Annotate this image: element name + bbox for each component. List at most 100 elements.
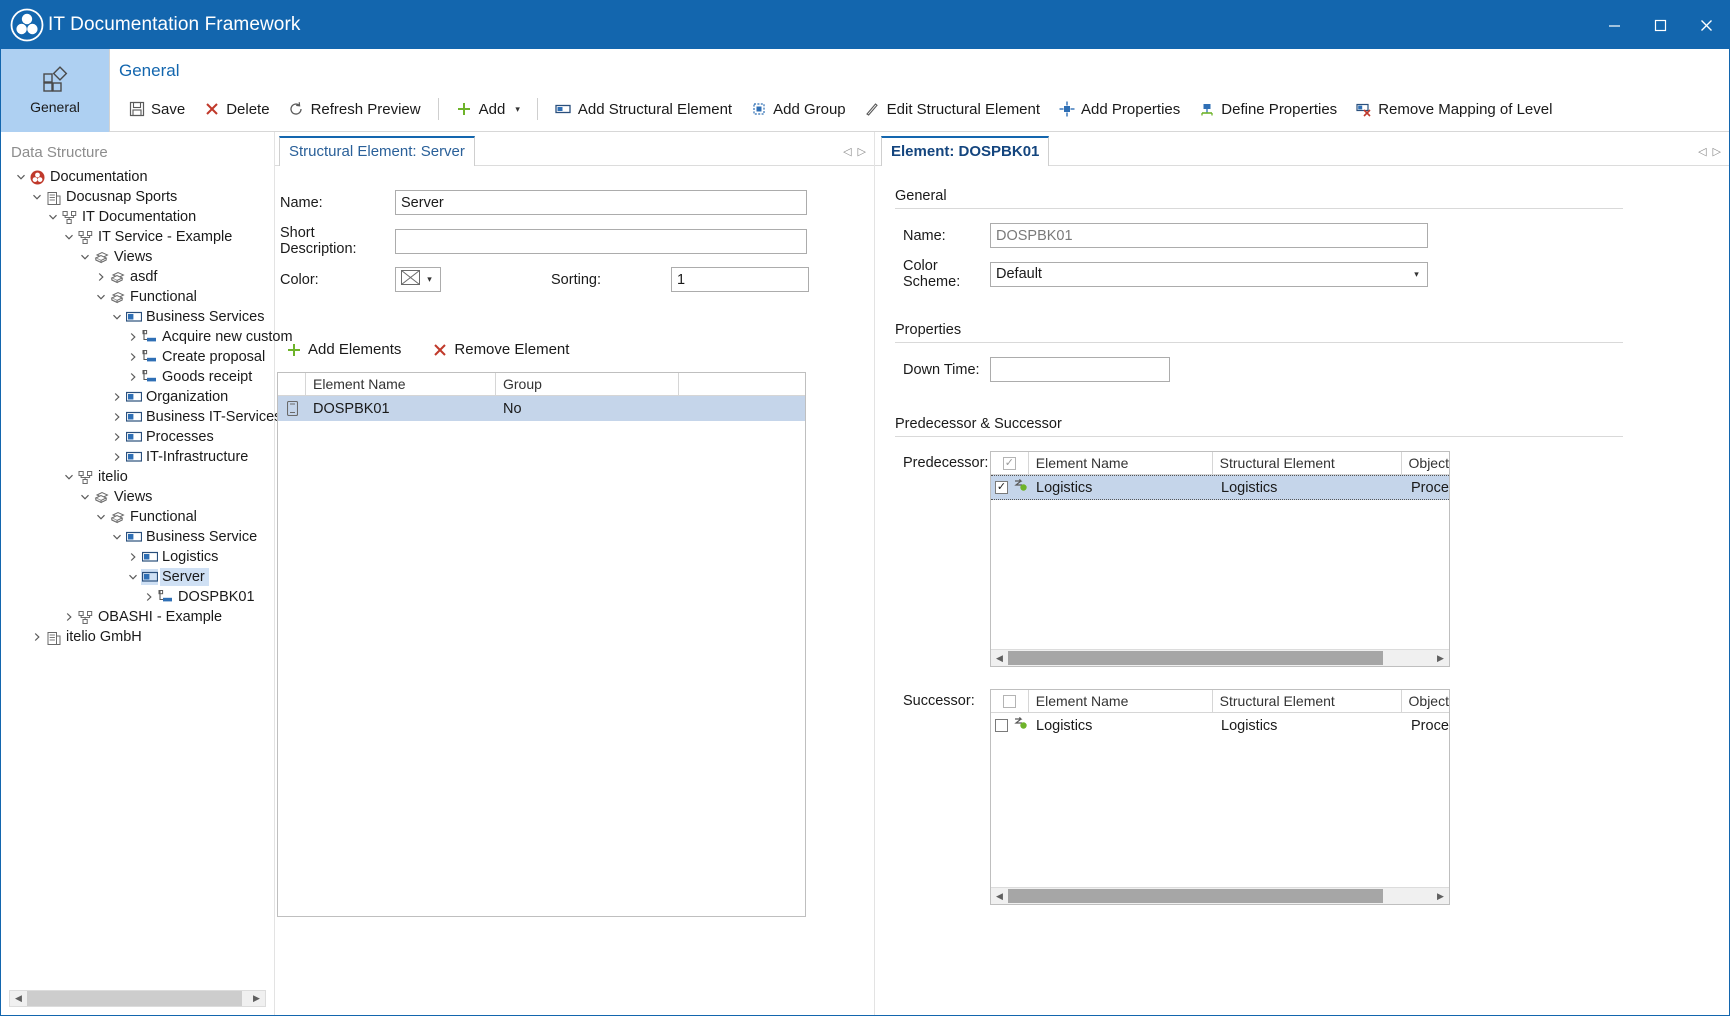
tree-item-business-service[interactable]: Business Service xyxy=(5,527,274,547)
down-time-input[interactable] xyxy=(990,357,1170,382)
tree-item-logistics[interactable]: Logistics xyxy=(5,547,274,567)
refresh-preview-button[interactable]: Refresh Preview xyxy=(279,97,430,122)
chevron-down-icon[interactable] xyxy=(109,309,125,325)
successor-horizontal-scrollbar[interactable]: ◀ ▶ xyxy=(991,887,1449,904)
tree-item-views[interactable]: Views xyxy=(5,247,274,267)
tree-item-business-services[interactable]: Business Services xyxy=(5,307,274,327)
tree-item-goods-receipt[interactable]: Goods receipt xyxy=(5,367,274,387)
tree-item-obashi-example[interactable]: OBASHI - Example xyxy=(5,607,274,627)
successor-grid[interactable]: Element Name Structural Element Object L… xyxy=(990,689,1450,905)
tree-horizontal-scrollbar[interactable]: ◀ ▶ xyxy=(9,990,266,1007)
chevron-down-icon[interactable] xyxy=(125,569,141,585)
chevron-right-icon[interactable] xyxy=(93,269,109,285)
tree-item-asdf[interactable]: asdf xyxy=(5,267,274,287)
tree-item-business-it-services[interactable]: Business IT-Services xyxy=(5,407,281,427)
predecessor-row-checkbox[interactable]: ✓ xyxy=(991,476,1029,499)
scroll-right-arrow[interactable]: ▶ xyxy=(1432,651,1449,666)
table-row[interactable]: ✓ Logistics Logistics Proce xyxy=(991,475,1449,500)
scroll-thumb[interactable] xyxy=(27,991,242,1006)
add-group-button[interactable]: Add Group xyxy=(741,97,855,122)
predecessor-grid[interactable]: ✓ Element Name Structural Element Object… xyxy=(990,451,1450,667)
tree-item-views[interactable]: Views xyxy=(5,487,274,507)
add-properties-button[interactable]: Add Properties xyxy=(1049,97,1189,122)
tab-element-detail[interactable]: Element: DOSPBK01 xyxy=(881,136,1050,166)
color-scheme-combo[interactable]: Default ▾ xyxy=(990,261,1428,287)
tab-nav-next-icon[interactable]: ▷ xyxy=(1713,145,1721,158)
element-name-input[interactable] xyxy=(990,223,1428,248)
tab-nav-prev-icon[interactable]: ◁ xyxy=(1698,145,1706,158)
data-structure-tree[interactable]: Documentation Docusnap Sports IT Documenta… xyxy=(1,167,293,647)
tab-nav-prev-icon[interactable]: ◁ xyxy=(843,145,851,158)
chevron-right-icon[interactable] xyxy=(125,549,141,565)
scroll-thumb[interactable] xyxy=(1008,651,1383,665)
chevron-right-icon[interactable] xyxy=(109,449,125,465)
tree-item-it-documentation[interactable]: IT Documentation xyxy=(5,207,274,227)
tree-item-processes[interactable]: Processes xyxy=(5,427,274,447)
tree-item-create-proposal[interactable]: Create proposal xyxy=(5,347,274,367)
chevron-right-icon[interactable] xyxy=(29,629,45,645)
maximize-button[interactable] xyxy=(1637,1,1683,49)
chevron-down-icon[interactable] xyxy=(93,289,109,305)
scroll-thumb[interactable] xyxy=(1008,889,1383,903)
scroll-right-arrow[interactable]: ▶ xyxy=(248,991,265,1006)
successor-row-checkbox[interactable] xyxy=(991,713,1029,738)
chevron-right-icon[interactable] xyxy=(125,349,141,365)
nav-tab-general[interactable]: General xyxy=(1,49,110,132)
chevron-down-icon[interactable]: ▾ xyxy=(1409,269,1424,280)
chevron-down-icon[interactable] xyxy=(13,169,29,185)
name-input[interactable] xyxy=(395,190,807,215)
add-elements-button[interactable]: Add Elements xyxy=(283,337,410,362)
scroll-right-arrow[interactable]: ▶ xyxy=(1432,889,1449,904)
chevron-down-icon[interactable] xyxy=(45,209,61,225)
color-dropdown-icon[interactable]: ▾ xyxy=(422,274,437,285)
tree-item-acquire-new-custom[interactable]: Acquire new custom xyxy=(5,327,293,347)
short-description-input[interactable] xyxy=(395,228,807,254)
tree-item-it-service-example[interactable]: IT Service - Example xyxy=(5,227,274,247)
chevron-right-icon[interactable] xyxy=(125,329,141,345)
tree-item-itelio-gmbh[interactable]: itelio GmbH xyxy=(5,627,274,647)
chevron-down-icon[interactable] xyxy=(29,189,45,205)
chevron-right-icon[interactable] xyxy=(141,589,157,605)
chevron-down-icon[interactable] xyxy=(77,249,93,265)
tree-item-it-infrastructure[interactable]: IT-Infrastructure xyxy=(5,447,274,467)
tree-item-organization[interactable]: Organization xyxy=(5,387,274,407)
chevron-down-icon[interactable] xyxy=(61,229,77,245)
chevron-down-icon[interactable] xyxy=(77,489,93,505)
predecessor-select-all-checkbox[interactable]: ✓ xyxy=(991,452,1029,474)
chevron-right-icon[interactable] xyxy=(109,409,125,425)
predecessor-horizontal-scrollbar[interactable]: ◀ ▶ xyxy=(991,649,1449,666)
tree-item-functional[interactable]: Functional xyxy=(5,287,274,307)
tree-item-docusnap-sports[interactable]: Docusnap Sports xyxy=(5,187,274,207)
chevron-down-icon[interactable] xyxy=(93,509,109,525)
tree-item-itelio[interactable]: itelio xyxy=(5,467,274,487)
edit-structural-element-button[interactable]: Edit Structural Element xyxy=(855,97,1049,122)
tab-structural-element[interactable]: Structural Element: Server xyxy=(279,136,475,166)
minimize-button[interactable] xyxy=(1591,1,1637,49)
define-properties-button[interactable]: Define Properties xyxy=(1189,97,1346,122)
chevron-right-icon[interactable] xyxy=(61,609,77,625)
tab-nav-next-icon[interactable]: ▷ xyxy=(858,145,866,158)
sorting-input[interactable] xyxy=(671,267,809,292)
scroll-left-arrow[interactable]: ◀ xyxy=(991,651,1008,666)
chevron-down-icon[interactable]: ▾ xyxy=(515,104,520,115)
tree-item-server[interactable]: Server xyxy=(5,567,274,587)
remove-element-button[interactable]: Remove Element xyxy=(422,337,578,362)
chevron-right-icon[interactable] xyxy=(109,429,125,445)
remove-mapping-of-level-button[interactable]: Remove Mapping of Level xyxy=(1346,97,1561,122)
table-row[interactable]: Logistics Logistics Proce xyxy=(991,713,1449,738)
scroll-left-arrow[interactable]: ◀ xyxy=(10,991,27,1006)
delete-button[interactable]: Delete xyxy=(194,97,278,122)
add-button[interactable]: Add ▾ xyxy=(447,97,529,122)
chevron-right-icon[interactable] xyxy=(109,389,125,405)
tree-item-functional[interactable]: Functional xyxy=(5,507,274,527)
add-structural-element-button[interactable]: Add Structural Element xyxy=(546,97,741,122)
tree-item-documentation[interactable]: Documentation xyxy=(5,167,274,187)
color-combo[interactable]: ▾ xyxy=(395,267,441,292)
scroll-left-arrow[interactable]: ◀ xyxy=(991,889,1008,904)
chevron-down-icon[interactable] xyxy=(109,529,125,545)
chevron-down-icon[interactable] xyxy=(61,469,77,485)
save-button[interactable]: Save xyxy=(119,97,194,122)
chevron-right-icon[interactable] xyxy=(125,369,141,385)
table-row[interactable]: DOSPBK01 No xyxy=(278,396,805,421)
close-button[interactable] xyxy=(1683,1,1729,49)
